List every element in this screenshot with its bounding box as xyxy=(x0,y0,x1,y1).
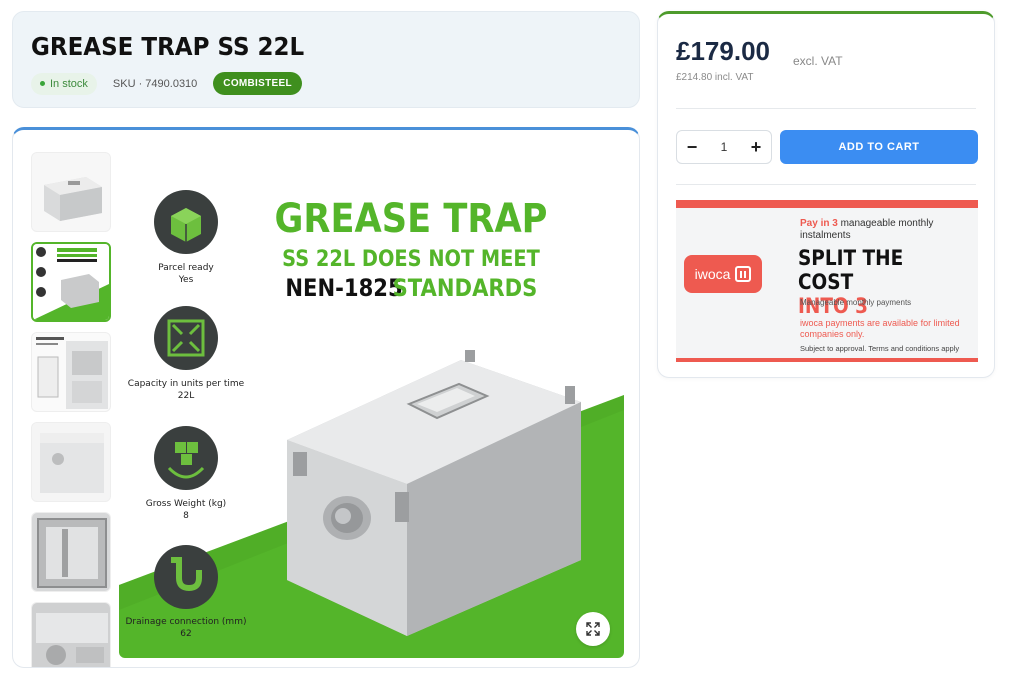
iwoca-availability: iwoca payments are available for limited… xyxy=(800,318,960,339)
stock-dot-icon xyxy=(40,81,45,86)
iwoca-terms: Subject to approval. Terms and condition… xyxy=(800,344,960,353)
purchase-panel: £179.00 excl. VAT £214.80 incl. VAT − 1 … xyxy=(657,11,995,378)
decrease-qty-button[interactable]: − xyxy=(685,137,699,158)
expand-arrows-icon xyxy=(154,306,218,370)
thumbnail-5[interactable] xyxy=(31,512,111,592)
main-product-image[interactable]: Parcel ready Yes Capacity in units per t… xyxy=(119,140,624,658)
product-meta: In stock SKU · 7490.0310 COMBISTEEL xyxy=(31,72,302,95)
thumbnail-list xyxy=(31,152,113,667)
weight-cubes-icon xyxy=(154,426,218,490)
grease-trap-thumb-image xyxy=(32,153,110,231)
sku-label: SKU · 7490.0310 xyxy=(112,77,198,90)
iwoca-logo: iwoca xyxy=(684,255,762,293)
iwoca-logo-text: iwoca xyxy=(694,266,731,282)
add-to-cart-button[interactable]: ADD TO CART xyxy=(780,130,978,164)
product-header: GREASE TRAP SS 22L In stock SKU · 7490.0… xyxy=(12,11,640,108)
thumbnail-1[interactable] xyxy=(31,152,111,232)
iwoca-manageable: Manageable monthly payments xyxy=(800,298,912,307)
side-view-thumb-image xyxy=(32,423,110,501)
feature-4-label: Drainage connection (mm) xyxy=(126,617,247,627)
excl-vat-label: excl. VAT xyxy=(793,54,843,68)
price-excl-vat: £179.00 xyxy=(676,36,770,66)
divider xyxy=(676,108,976,109)
thumbnail-4[interactable] xyxy=(31,422,111,502)
thumbnail-6[interactable] xyxy=(31,602,111,667)
feature-2-label: Capacity in units per time xyxy=(128,379,245,389)
box-icon xyxy=(154,190,218,254)
headline-3b: STANDARDS xyxy=(393,275,538,303)
iwoca-pay-bold: Pay in 3 xyxy=(800,218,838,229)
price-incl-vat: £214.80 incl. VAT xyxy=(676,72,754,83)
iwoca-pay-in-3: Pay in 3 manageable monthly instalments xyxy=(800,218,970,242)
feature-2-value: 22L xyxy=(178,391,194,401)
quantity-stepper[interactable]: − 1 + xyxy=(676,130,772,164)
thumbnail-3[interactable] xyxy=(31,332,111,412)
detail-thumb-image xyxy=(32,603,110,667)
feature-1-label: Parcel ready xyxy=(158,263,214,273)
iwoca-banner[interactable]: iwoca Pay in 3 manageable monthly instal… xyxy=(676,200,978,362)
headline-1: GREASE TRAP xyxy=(275,195,548,242)
feature-1-value: Yes xyxy=(178,275,194,285)
iwoca-headline-line1: SPLIT THE COST xyxy=(798,246,904,294)
headline-2: SS 22L DOES NOT MEET xyxy=(282,246,541,271)
headline-3a: NEN-1825 xyxy=(285,275,402,303)
brand-badge[interactable]: COMBISTEEL xyxy=(213,72,302,95)
quantity-value[interactable]: 1 xyxy=(721,140,728,154)
thumbnail-2[interactable] xyxy=(31,242,111,322)
increase-qty-button[interactable]: + xyxy=(749,137,763,158)
drain-pipe-icon xyxy=(154,545,218,609)
product-title: GREASE TRAP SS 22L xyxy=(31,32,305,61)
grease-trap-infographic: Parcel ready Yes Capacity in units per t… xyxy=(119,140,624,658)
divider xyxy=(676,184,976,185)
dimensions-thumb-image xyxy=(32,333,110,411)
iwoca-headline: SPLIT THE COST INTO 3 xyxy=(798,246,956,318)
feature-3-label: Gross Weight (kg) xyxy=(146,499,226,509)
stock-badge: In stock xyxy=(31,72,97,95)
expand-image-button[interactable] xyxy=(576,612,610,646)
expand-icon xyxy=(586,622,600,636)
stock-label: In stock xyxy=(50,77,88,90)
product-gallery: Parcel ready Yes Capacity in units per t… xyxy=(12,127,640,668)
iwoca-square-icon xyxy=(735,266,752,282)
feature-4-value: 62 xyxy=(180,629,191,639)
feature-3-value: 8 xyxy=(183,511,189,521)
infographic-thumb-image xyxy=(33,244,109,320)
top-view-thumb-image xyxy=(32,513,110,591)
